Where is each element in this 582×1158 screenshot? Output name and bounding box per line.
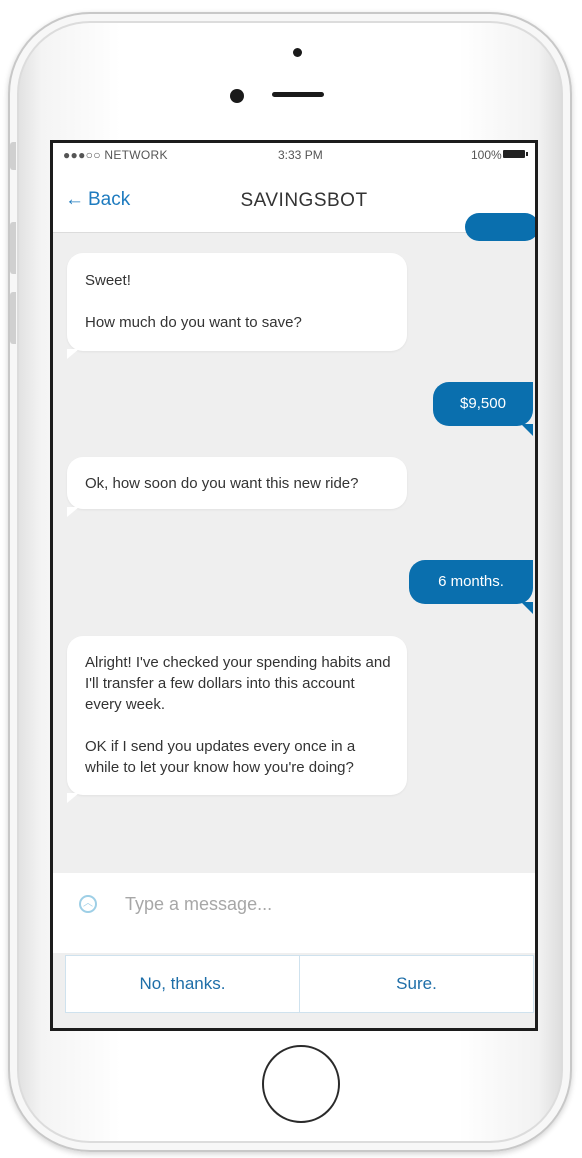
- message-text: Sweet!: [85, 272, 131, 289]
- message-text: Alright! I've checked your spending habi…: [85, 654, 391, 713]
- volume-up-button: [10, 222, 16, 274]
- status-time: 3:33 PM: [278, 148, 323, 162]
- bot-message: Sweet! How much do you want to save?: [67, 253, 407, 359]
- volume-down-button: [10, 292, 16, 344]
- stage: ●●●○○ NETWORK 3:33 PM 100% ← Back SAVINGS…: [0, 0, 582, 1158]
- message-text: How much do you want to save?: [85, 314, 302, 331]
- message-composer: ︿: [53, 873, 535, 953]
- battery-icon: [503, 150, 528, 158]
- bot-message: Ok, how soon do you want this new ride?: [67, 457, 407, 517]
- chevron-up-icon[interactable]: ︿: [79, 895, 97, 913]
- navigation-bar: ← Back SAVINGSBOT: [53, 167, 535, 233]
- message-input[interactable]: [123, 893, 507, 916]
- screen: ●●●○○ NETWORK 3:33 PM 100% ← Back SAVINGS…: [50, 140, 538, 1031]
- user-message: 6 months.: [409, 560, 533, 614]
- home-button[interactable]: [262, 1045, 340, 1123]
- front-camera: [230, 89, 244, 103]
- message-text: OK if I send you updates every once in a…: [85, 738, 356, 776]
- proximity-sensor: [293, 48, 302, 57]
- message-text: $9,500: [460, 395, 506, 412]
- previous-user-bubble: [465, 213, 535, 241]
- mute-switch: [10, 142, 16, 170]
- quick-replies: No, thanks. Sure.: [65, 955, 534, 1013]
- carrier-signal: ●●●○○ NETWORK: [63, 148, 168, 162]
- bot-message: Alright! I've checked your spending habi…: [67, 636, 407, 803]
- status-bar: ●●●○○ NETWORK 3:33 PM 100%: [53, 143, 535, 167]
- quick-reply-no-thanks[interactable]: No, thanks.: [66, 956, 299, 1012]
- message-list[interactable]: Sweet! How much do you want to save? $9,…: [53, 213, 535, 873]
- chat-title: SAVINGSBOT: [240, 190, 368, 211]
- earpiece-speaker: [272, 92, 324, 97]
- message-text: Ok, how soon do you want this new ride?: [85, 475, 359, 492]
- battery-percent: 100%: [471, 148, 502, 162]
- message-text: 6 months.: [438, 573, 504, 590]
- user-message: $9,500: [433, 382, 533, 436]
- quick-reply-sure[interactable]: Sure.: [299, 956, 533, 1012]
